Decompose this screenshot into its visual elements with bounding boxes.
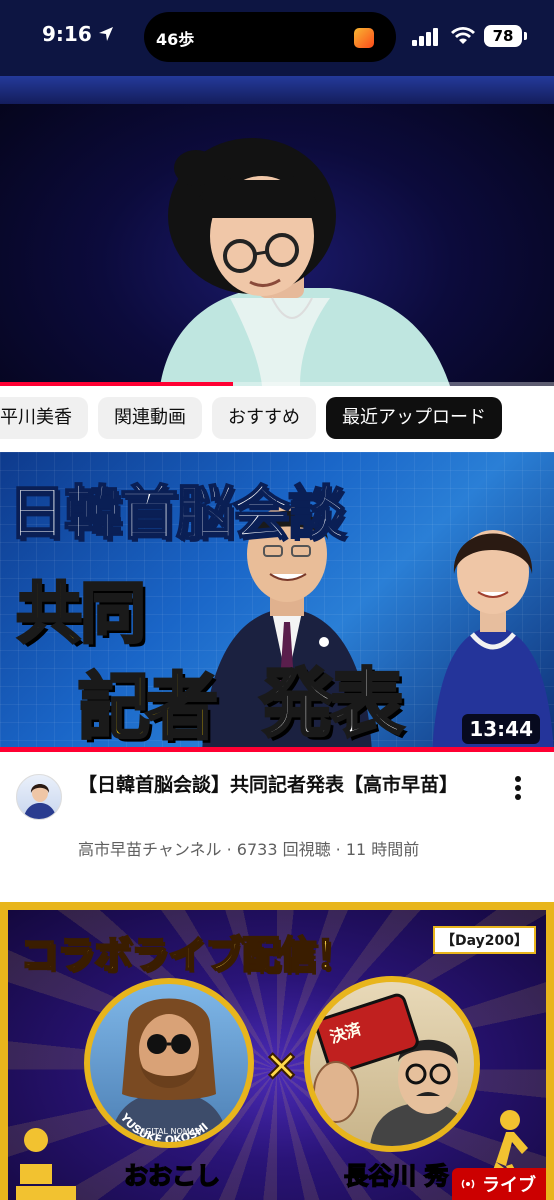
versus-mark: × bbox=[263, 1039, 300, 1090]
dynamic-island: 46歩 bbox=[144, 12, 396, 62]
manga-man-illustration: 決済 bbox=[313, 993, 474, 1146]
left-guest-portrait: YUSUKE OKOSHI DIGITAL NOMAD bbox=[84, 978, 254, 1148]
performer-figure bbox=[160, 138, 450, 386]
right-guest-portrait: 決済 bbox=[304, 976, 480, 1152]
broadcast-icon bbox=[461, 1179, 475, 1189]
video-subtitle: 高市早苗チャンネル · 6733 回視聴 · 11 時間前 bbox=[78, 840, 420, 859]
circle-subcaption: DIGITAL NOMAD bbox=[137, 1127, 202, 1136]
watched-progress-fill bbox=[0, 747, 554, 752]
chip-related-videos[interactable]: 関連動画 bbox=[98, 397, 202, 439]
bearded-man-illustration: YUSUKE OKOSHI DIGITAL NOMAD bbox=[110, 998, 228, 1142]
clock: 9:16 bbox=[42, 22, 92, 46]
player-progress-fill bbox=[0, 382, 233, 386]
watched-progress-bar bbox=[0, 747, 554, 752]
person-at-desk-icon bbox=[16, 1128, 76, 1200]
more-vert-icon[interactable] bbox=[506, 774, 530, 802]
status-bar: 9:16 46歩 78 bbox=[0, 0, 554, 76]
video-duration-badge: 13:44 bbox=[462, 714, 540, 744]
day-badge: 【Day200】 bbox=[433, 926, 536, 954]
channel-avatar[interactable] bbox=[16, 774, 62, 820]
video-title[interactable]: 【日韓首脳会談】共同記者発表【高市早苗】 bbox=[78, 772, 498, 799]
chip-recommended[interactable]: おすすめ bbox=[212, 397, 316, 439]
cellular-signal-icon bbox=[412, 28, 438, 46]
chip-hirakawa-mika[interactable]: 平川美香 bbox=[0, 397, 88, 439]
player-progress-bar[interactable] bbox=[0, 382, 554, 386]
filter-chips: 平川美香 関連動画 おすすめ 最近アップロード bbox=[0, 390, 554, 446]
guest-name-right: 長谷川 秀 bbox=[343, 1161, 449, 1191]
video-metadata: 【日韓首脳会談】共同記者発表【高市早苗】 高市早苗チャンネル · 6733 回視… bbox=[0, 766, 554, 876]
activity-app-icon bbox=[354, 28, 374, 48]
now-playing-area: 9:16 46歩 78 bbox=[0, 0, 554, 386]
thumbnail-title-line3a: 記者 bbox=[76, 664, 219, 751]
avatar-person-icon bbox=[23, 784, 57, 819]
chip-recently-uploaded[interactable]: 最近アップロード bbox=[326, 397, 502, 439]
video-thumbnail-summit[interactable]: 日韓首脳会談 共同 記者 発表 13:44 bbox=[0, 452, 554, 752]
thumbnail-collab-title: コラボライブ配信！ bbox=[19, 932, 355, 978]
video-thumbnail-collab-live[interactable]: コラボライブ配信！ 【Day200】 YUSUKE OKOSHI DIGITAL… bbox=[0, 902, 554, 1200]
battery-indicator: 78 bbox=[484, 25, 527, 47]
live-badge: ライブ bbox=[452, 1168, 546, 1200]
location-arrow-icon bbox=[99, 27, 113, 41]
live-label: ライブ bbox=[482, 1175, 536, 1196]
thumbnail-title-line2: 共同 bbox=[15, 574, 148, 654]
guest-name-left: おおこし bbox=[123, 1161, 221, 1191]
thumbnail-title-line3b: 発表 bbox=[259, 660, 406, 749]
step-count: 46歩 bbox=[156, 30, 195, 49]
thumbnail-title-line1: 日韓首脳会談 bbox=[7, 478, 347, 548]
wifi-icon bbox=[451, 27, 475, 44]
video-player[interactable] bbox=[0, 76, 554, 386]
